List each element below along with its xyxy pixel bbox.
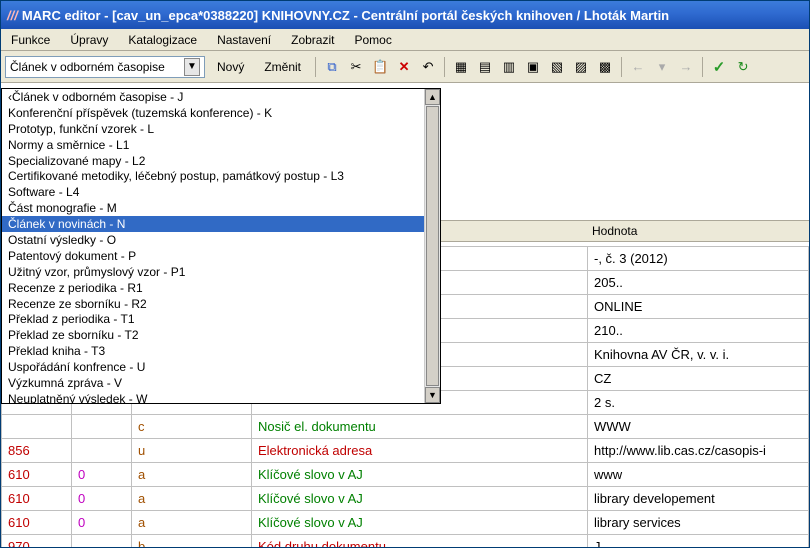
record-type-dropdown[interactable]: ‹Článek v odborném časopise - JKonferenč…: [1, 88, 441, 404]
new-button[interactable]: Nový: [209, 56, 252, 78]
dropdown-item[interactable]: Normy a směrnice - L1: [2, 137, 424, 153]
delete-icon[interactable]: ✕: [394, 57, 414, 77]
copy-icon[interactable]: ⧉: [322, 57, 342, 77]
form3-icon[interactable]: ▥: [499, 57, 519, 77]
form1-icon[interactable]: ▦: [451, 57, 471, 77]
check-icon[interactable]: ✓: [709, 57, 729, 77]
field-label: Klíčové slovo v AJ: [252, 511, 588, 535]
undo-icon[interactable]: ↶: [418, 57, 438, 77]
form7-icon[interactable]: ▩: [595, 57, 615, 77]
table-row[interactable]: 6100aKlíčové slovo v AJlibrary developem…: [2, 487, 809, 511]
combo-value: Článek v odborném časopise: [10, 60, 184, 74]
dropdown-item[interactable]: Software - L4: [2, 184, 424, 200]
form5-icon[interactable]: ▧: [547, 57, 567, 77]
dropdown-item[interactable]: Část monografie - M: [2, 200, 424, 216]
field-value: WWW: [588, 415, 809, 439]
title-text: MARC editor - [cav_un_epca*0388220] KNIH…: [22, 8, 803, 23]
title-prefix: ///: [7, 8, 18, 23]
separator: [621, 57, 622, 77]
record-type-combo[interactable]: Článek v odborném časopise ▼: [5, 56, 205, 78]
menu-bar: Funkce Úpravy Katalogizace Nastavení Zob…: [1, 29, 809, 51]
dropdown-icon[interactable]: ▾: [652, 57, 672, 77]
field-value: http://www.lib.cas.cz/casopis-i: [588, 439, 809, 463]
dropdown-item[interactable]: Recenze z periodika - R1: [2, 280, 424, 296]
field-value: ONLINE: [588, 295, 809, 319]
table-row[interactable]: cNosič el. dokumentuWWW: [2, 415, 809, 439]
form6-icon[interactable]: ▨: [571, 57, 591, 77]
menu-pomoc[interactable]: Pomoc: [348, 31, 397, 49]
menu-zobrazit[interactable]: Zobrazit: [285, 31, 340, 49]
forward-icon[interactable]: →: [676, 57, 696, 77]
chevron-down-icon[interactable]: ▼: [184, 58, 200, 76]
dropdown-item[interactable]: Výzkumná zpráva - V: [2, 375, 424, 391]
dropdown-item[interactable]: Prototyp, funkční vzorek - L: [2, 121, 424, 137]
separator: [702, 57, 703, 77]
toolbar: Článek v odborném časopise ▼ Nový Změnit…: [1, 51, 809, 83]
field-value: www: [588, 463, 809, 487]
paste-icon[interactable]: 📋: [370, 57, 390, 77]
table-row[interactable]: 856uElektronická adresahttp://www.lib.ca…: [2, 439, 809, 463]
form4-icon[interactable]: ▣: [523, 57, 543, 77]
refresh-icon[interactable]: ↻: [733, 57, 753, 77]
form2-icon[interactable]: ▤: [475, 57, 495, 77]
separator: [315, 57, 316, 77]
dropdown-item[interactable]: Konferenční příspěvek (tuzemská konferen…: [2, 105, 424, 121]
dropdown-item[interactable]: Článek v novinách - N: [2, 216, 424, 232]
field-value: library services: [588, 511, 809, 535]
dropdown-item[interactable]: Uspořádání konfrence - U: [2, 359, 424, 375]
field-label: Klíčové slovo v AJ: [252, 463, 588, 487]
separator: [444, 57, 445, 77]
table-row[interactable]: 6100aKlíčové slovo v AJlibrary services: [2, 511, 809, 535]
title-bar: /// MARC editor - [cav_un_epca*0388220] …: [1, 1, 809, 29]
field-value: library developement: [588, 487, 809, 511]
dropdown-item[interactable]: Certifikované metodiky, léčebný postup, …: [2, 168, 424, 184]
field-value: 210..: [588, 319, 809, 343]
dropdown-item[interactable]: Neuplatněný výsledek - W: [2, 391, 424, 403]
table-row[interactable]: 970bKód druhu dokumentuJ: [2, 535, 809, 548]
dropdown-item[interactable]: Překlad kniha - T3: [2, 343, 424, 359]
menu-katalogizace[interactable]: Katalogizace: [122, 31, 203, 49]
field-label: Elektronická adresa: [252, 439, 588, 463]
dropdown-item[interactable]: Patentový dokument - P: [2, 248, 424, 264]
dropdown-item[interactable]: Recenze ze sborníku - R2: [2, 296, 424, 312]
field-value: Knihovna AV ČR, v. v. i.: [588, 343, 809, 367]
col-value[interactable]: Hodnota: [587, 221, 809, 242]
menu-upravy[interactable]: Úpravy: [64, 31, 114, 49]
back-icon[interactable]: ←: [628, 57, 648, 77]
field-value: 2 s.: [588, 391, 809, 415]
dropdown-list: ‹Článek v odborném časopise - JKonferenč…: [2, 89, 424, 403]
scroll-thumb[interactable]: [426, 106, 439, 386]
field-value: 205..: [588, 271, 809, 295]
menu-funkce[interactable]: Funkce: [5, 31, 56, 49]
field-value: -, č. 3 (2012): [588, 247, 809, 271]
scroll-down-icon[interactable]: ▼: [425, 387, 440, 403]
dropdown-item[interactable]: Překlad z periodika - T1: [2, 311, 424, 327]
field-label: Nosič el. dokumentu: [252, 415, 588, 439]
table-row[interactable]: 6100aKlíčové slovo v AJwww: [2, 463, 809, 487]
menu-nastaveni[interactable]: Nastavení: [211, 31, 277, 49]
field-label: Kód druhu dokumentu: [252, 535, 588, 548]
dropdown-item[interactable]: ‹Článek v odborném časopise - J: [2, 89, 424, 105]
scrollbar[interactable]: ▲ ▼: [424, 89, 440, 403]
content-area: Hodnota ) strany od-do -, č. 3 (2012) 20…: [1, 83, 809, 547]
scroll-up-icon[interactable]: ▲: [425, 89, 440, 105]
cut-icon[interactable]: ✂: [346, 57, 366, 77]
change-button[interactable]: Změnit: [256, 56, 309, 78]
dropdown-item[interactable]: Překlad ze sborníku - T2: [2, 327, 424, 343]
field-value: J: [588, 535, 809, 548]
dropdown-item[interactable]: Ostatní výsledky - O: [2, 232, 424, 248]
field-label: Klíčové slovo v AJ: [252, 487, 588, 511]
field-value: CZ: [588, 367, 809, 391]
dropdown-item[interactable]: Specializované mapy - L2: [2, 153, 424, 169]
dropdown-item[interactable]: Užitný vzor, průmyslový vzor - P1: [2, 264, 424, 280]
